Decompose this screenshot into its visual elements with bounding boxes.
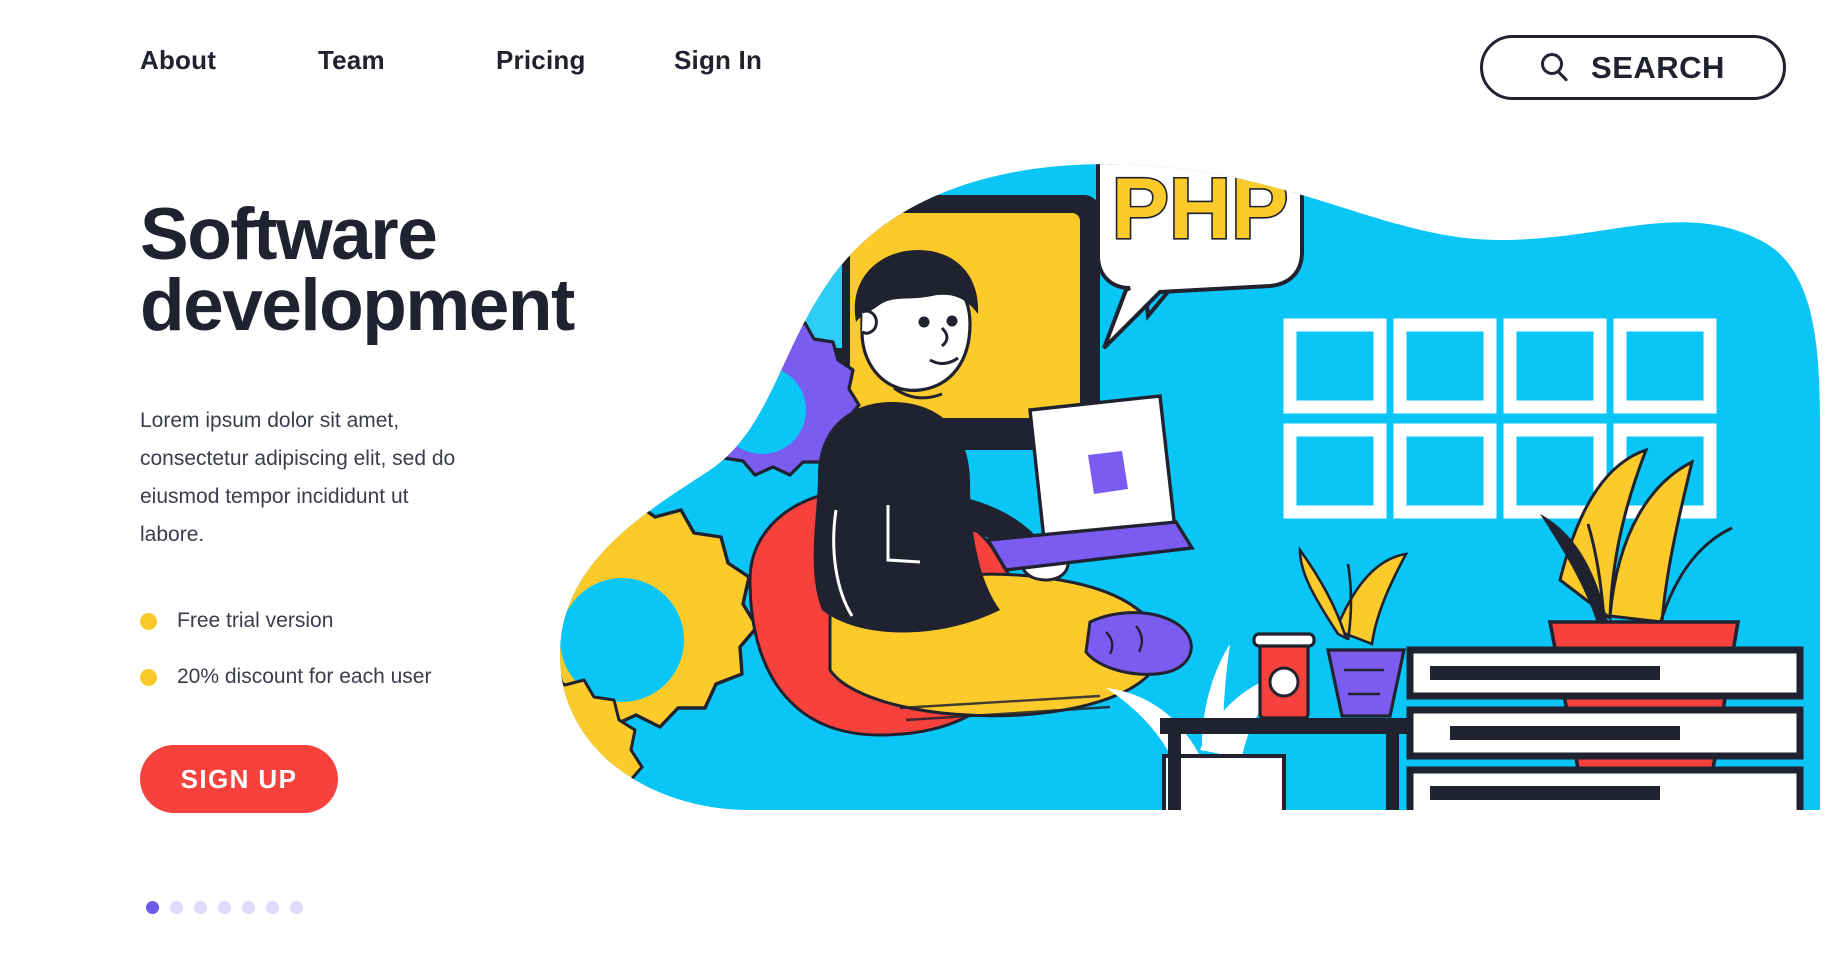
nav-item-sign-in[interactable]: Sign In bbox=[674, 45, 762, 75]
hero-paragraph: Lorem ipsum dolor sit amet, consectetur … bbox=[140, 408, 456, 547]
hero-illustration: PHP bbox=[500, 110, 1820, 870]
top-navigation-bar: About Team Pricing Sign In SEARCH bbox=[0, 0, 1838, 120]
carousel-dot[interactable] bbox=[218, 901, 231, 915]
nav-slot: Pricing bbox=[496, 45, 674, 76]
nav-slot: Sign In bbox=[674, 45, 852, 76]
eye-right bbox=[946, 315, 958, 327]
nav-item-about[interactable]: About bbox=[140, 45, 216, 75]
shoe bbox=[1084, 611, 1193, 676]
feature-label: 20% discount for each user bbox=[177, 665, 432, 689]
carousel-pagination bbox=[146, 901, 660, 915]
eye-left bbox=[918, 316, 930, 328]
speech-bubble-text: PHP bbox=[1112, 161, 1289, 257]
ear bbox=[861, 309, 878, 335]
nav-slot: About bbox=[140, 45, 318, 76]
carousel-dot[interactable] bbox=[170, 901, 183, 915]
search-button[interactable]: SEARCH bbox=[1480, 35, 1786, 100]
document-card-left bbox=[596, 243, 724, 400]
feature-label: Free trial version bbox=[177, 609, 334, 633]
book-stack bbox=[1406, 646, 1804, 810]
nav-item-team[interactable]: Team bbox=[318, 45, 385, 75]
search-button-label: SEARCH bbox=[1591, 49, 1725, 85]
purple-sticky-note bbox=[562, 262, 626, 348]
sign-up-button[interactable]: SIGN UP bbox=[140, 745, 338, 814]
carousel-dot[interactable] bbox=[290, 901, 303, 915]
headline-line-1: Software bbox=[140, 194, 438, 275]
bullet-dot-icon bbox=[140, 612, 157, 630]
carousel-dot[interactable] bbox=[242, 901, 255, 915]
bullet-dot-icon bbox=[140, 668, 157, 686]
search-icon bbox=[1541, 52, 1571, 83]
carousel-dot[interactable] bbox=[266, 901, 279, 915]
nav-slot: Team bbox=[318, 45, 496, 76]
nav-links: About Team Pricing Sign In bbox=[140, 45, 852, 76]
coffee-cup bbox=[1252, 632, 1316, 720]
carousel-dot[interactable] bbox=[194, 901, 207, 915]
document-card-right bbox=[732, 230, 842, 348]
carousel-dot-active[interactable] bbox=[146, 901, 159, 915]
nav-item-pricing[interactable]: Pricing bbox=[496, 45, 586, 75]
